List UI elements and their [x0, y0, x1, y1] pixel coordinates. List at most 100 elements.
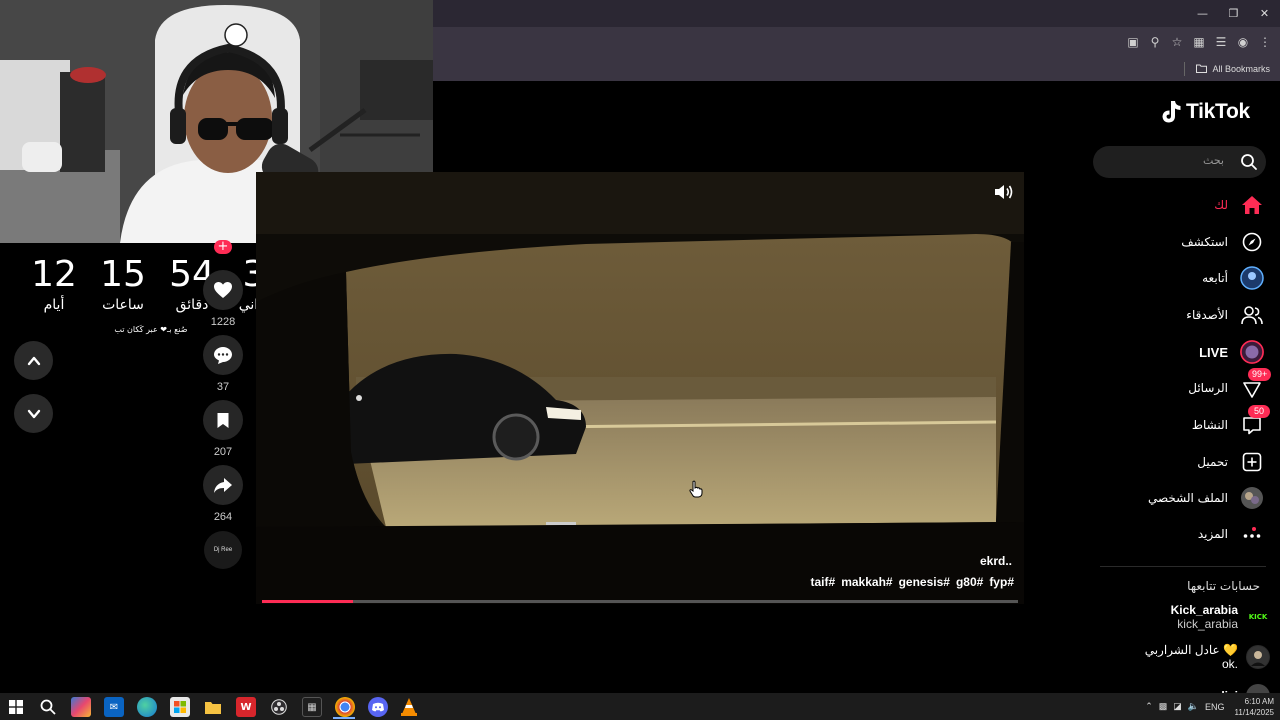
bookmark-icon [217, 412, 229, 428]
profile-icon[interactable]: ◉ [1234, 33, 1252, 51]
translate-icon[interactable]: ▦ [1190, 33, 1208, 51]
all-bookmarks-label: All Bookmarks [1212, 63, 1270, 74]
account-handle: ok. [1221, 657, 1238, 671]
tray-chevron-icon[interactable]: ⌃ [1145, 701, 1153, 712]
comment-icon [214, 346, 232, 364]
nav-item-following[interactable]: أتابعه [1202, 264, 1264, 292]
search-icon[interactable] [1240, 153, 1258, 171]
mail-icon[interactable]: ✉ [104, 697, 124, 717]
nav-item-label: الأصدقاء [1186, 308, 1228, 322]
hashtag-link[interactable]: taif# [811, 575, 836, 589]
friends-icon [1240, 303, 1264, 327]
countdown-days-value: 12 [31, 254, 77, 295]
clock[interactable]: 6:10 AM 11/14/2025 [1235, 696, 1274, 718]
store-icon[interactable] [170, 697, 190, 717]
bookmarks-divider [1184, 61, 1186, 76]
explorer-icon[interactable] [203, 697, 223, 717]
start-icon[interactable] [6, 697, 26, 717]
nav-item-explore[interactable]: استكشف [1181, 228, 1264, 256]
wps-icon[interactable]: W [236, 697, 256, 717]
hashtag-link[interactable]: makkah# [841, 575, 892, 589]
close-icon[interactable]: ✕ [1249, 0, 1280, 27]
comment-button[interactable] [203, 335, 243, 375]
tiktok-wordmark: TikTok [1186, 100, 1250, 123]
nav-item-label: تحميل [1197, 455, 1228, 469]
bookmarks-bar: All Bookmarks [433, 56, 1280, 81]
save-button[interactable] [203, 400, 243, 440]
chrome-icon[interactable] [335, 697, 355, 717]
hashtag-link[interactable]: g80# [956, 575, 983, 589]
vlc-icon[interactable] [399, 697, 419, 717]
video-hashtags: taif# makkah# genesis# g80# fyp# [811, 575, 1014, 589]
previous-video-button[interactable] [14, 341, 53, 380]
nav-item-profile[interactable]: الملف الشخصي [1148, 484, 1264, 512]
discord-icon[interactable] [368, 697, 388, 717]
restore-icon[interactable]: ❐ [1218, 0, 1249, 27]
video-frame [256, 172, 1024, 604]
nav-item-activity[interactable]: النشاط 50 [1191, 405, 1270, 439]
browser-toolbar: ▣ ⚲ ☆ ▦ ☰ ◉ ⋮ [433, 27, 1280, 56]
bookmark-star-icon[interactable]: ☆ [1168, 33, 1186, 51]
nav-item-label: أتابعه [1202, 271, 1228, 285]
speaker-icon[interactable]: 🔈 [1188, 701, 1199, 712]
language-indicator[interactable]: ENG [1205, 702, 1225, 712]
tray-app-icon[interactable]: ▩ [1159, 701, 1168, 712]
following-avatar-icon [1240, 266, 1264, 290]
account-name: عادل الشراربي 💛 [1144, 643, 1238, 657]
profile-avatar-icon [1240, 486, 1264, 510]
minimize-icon[interactable]: — [1187, 0, 1218, 27]
nav-item-label: استكشف [1181, 235, 1228, 249]
menu-icon[interactable]: ⋮ [1256, 33, 1274, 51]
comment-count: 37 [216, 381, 230, 393]
kick-avatar: KICK [1246, 605, 1270, 629]
obs-icon[interactable] [269, 697, 289, 717]
volume-icon [995, 185, 1013, 199]
nav-item-label: النشاط [1191, 418, 1228, 432]
nav-item-label: لك [1214, 198, 1228, 212]
following-account[interactable]: Kick_arabia kick_arabia KICK [1171, 603, 1270, 631]
home-icon [1240, 193, 1264, 217]
copilot-icon[interactable] [71, 697, 91, 717]
upload-icon [1240, 450, 1264, 474]
nav-item-more[interactable]: المزيد [1198, 520, 1264, 548]
like-button[interactable] [203, 270, 243, 310]
all-bookmarks-button[interactable]: All Bookmarks [1184, 56, 1270, 81]
video-progress-bar[interactable] [262, 600, 1018, 603]
hashtag-link[interactable]: fyp# [989, 575, 1014, 589]
volume-button[interactable] [992, 180, 1016, 204]
hashtag-link[interactable]: genesis# [899, 575, 950, 589]
nav-item-upload[interactable]: تحميل [1197, 448, 1264, 476]
nav-item-label: LIVE [1199, 344, 1228, 360]
browser-titlebar: — ❐ ✕ [433, 0, 1280, 27]
network-icon[interactable]: ◪ [1173, 701, 1182, 712]
hand-cursor-icon [689, 480, 703, 498]
zoom-icon[interactable]: ⚲ [1146, 33, 1164, 51]
next-video-button[interactable] [14, 394, 53, 433]
edge-icon[interactable] [137, 697, 157, 717]
active-app-indicator [333, 717, 355, 719]
tiktok-logo[interactable]: TikTok [1160, 100, 1250, 124]
chevron-up-icon [27, 356, 40, 365]
media-icon[interactable]: ☰ [1212, 33, 1230, 51]
excel-icon[interactable]: ▦ [302, 697, 322, 717]
share-button[interactable] [203, 465, 243, 505]
window-controls: — ❐ ✕ [1187, 0, 1280, 27]
cast-icon[interactable]: ▣ [1124, 33, 1142, 51]
messages-icon: 99+ [1240, 368, 1272, 400]
nav-item-label: الرسائل [1188, 381, 1228, 395]
following-account[interactable]: عادل الشراربي 💛 ok. [1145, 643, 1270, 671]
video-player[interactable]: ekrd.. taif# makkah# genesis# g80# fyp# [256, 172, 1024, 604]
search-input[interactable]: بحث [1093, 146, 1266, 178]
nav-item-friends[interactable]: الأصدقاء [1186, 301, 1264, 329]
search-icon[interactable] [38, 697, 58, 717]
video-author[interactable]: ekrd.. [980, 554, 1012, 568]
follow-plus-button[interactable]: + [214, 240, 232, 254]
activity-icon: 50 [1240, 405, 1270, 437]
messages-badge: 99+ [1248, 368, 1272, 381]
music-disc[interactable]: Dj Ree [204, 531, 242, 569]
countdown-hours-value: 15 [100, 254, 146, 295]
nav-item-for-you[interactable]: لك [1214, 191, 1264, 219]
nav-item-live[interactable]: LIVE [1199, 338, 1264, 366]
nav-item-messages[interactable]: الرسائل 99+ [1188, 368, 1272, 402]
following-accounts-title: حسابات تتابعها [1187, 579, 1260, 593]
